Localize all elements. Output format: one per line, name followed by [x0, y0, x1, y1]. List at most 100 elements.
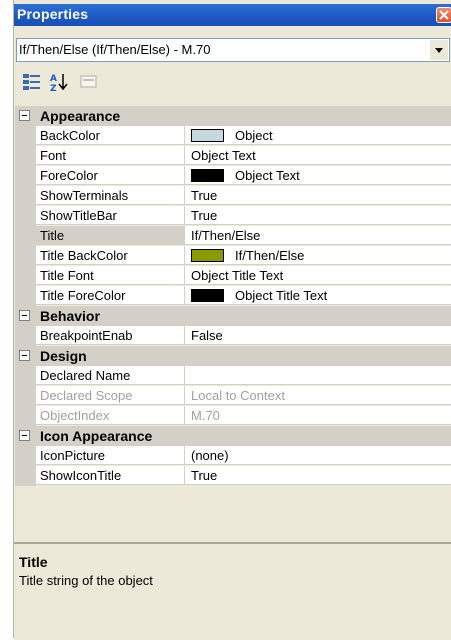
property-value: True — [191, 468, 218, 483]
property-value-cell[interactable]: If/Then/Else — [185, 246, 451, 265]
property-value: Object Title Text — [191, 268, 284, 283]
row-gutter — [15, 446, 36, 466]
property-value-cell[interactable]: Object Title Text — [185, 266, 451, 285]
category-label: Icon Appearance — [40, 428, 153, 444]
property-row[interactable]: ShowTitleBar True — [15, 206, 451, 226]
property-value-cell[interactable]: Object — [185, 126, 451, 145]
property-value: Object Text — [191, 148, 256, 163]
row-gutter — [15, 266, 36, 286]
property-row[interactable]: ShowTerminals True — [15, 186, 451, 206]
property-name-cell[interactable]: Declared Name — [36, 366, 185, 385]
color-swatch — [191, 289, 224, 302]
property-name: Declared Scope — [40, 388, 133, 403]
property-row[interactable]: ObjectIndex M.70 — [15, 406, 451, 426]
property-row[interactable]: Title ForeColor Object Title Text — [15, 286, 451, 306]
categorized-icon — [23, 74, 40, 90]
property-value-cell[interactable]: If/Then/Else — [185, 226, 451, 245]
dropdown-button[interactable] — [430, 40, 448, 60]
row-gutter — [15, 466, 36, 486]
alphabetical-icon: A Z — [50, 74, 68, 94]
category-row[interactable]: Icon Appearance — [15, 426, 451, 446]
row-gutter — [15, 166, 36, 186]
properties-window: Properties If/Then/Else (If/Then/Else) -… — [13, 0, 451, 640]
property-name: Font — [40, 148, 67, 163]
row-gutter — [15, 366, 36, 386]
property-name-cell[interactable]: ShowIconTitle — [36, 466, 185, 485]
property-name: Title ForeColor — [40, 288, 126, 303]
close-button[interactable] — [436, 7, 451, 23]
collapse-icon[interactable] — [19, 310, 30, 321]
property-name: ObjectIndex — [40, 408, 110, 423]
property-name-cell[interactable]: BackColor — [36, 126, 185, 145]
property-row[interactable]: Declared Scope Local to Context — [15, 386, 451, 406]
row-gutter — [15, 126, 36, 146]
collapse-icon[interactable] — [19, 350, 30, 361]
svg-text:A: A — [50, 74, 57, 84]
property-value-cell[interactable]: True — [185, 466, 451, 485]
collapse-icon[interactable] — [19, 110, 30, 121]
property-row[interactable]: BackColor Object — [15, 126, 451, 146]
property-value-cell[interactable]: M.70 — [185, 406, 451, 425]
property-name-cell[interactable]: IconPicture — [36, 446, 185, 465]
alphabetical-button[interactable]: A Z — [48, 71, 70, 94]
property-row[interactable]: Declared Name — [15, 366, 451, 386]
property-name-cell[interactable]: ShowTerminals — [36, 186, 185, 205]
property-row[interactable]: BreakpointEnab False — [15, 326, 451, 346]
property-name-cell[interactable]: Declared Scope — [36, 386, 185, 405]
property-value: Local to Context — [191, 388, 285, 403]
property-name: ShowIconTitle — [40, 468, 122, 483]
property-name-cell[interactable]: Title ForeColor — [36, 286, 185, 305]
close-icon — [439, 10, 449, 20]
category-row[interactable]: Appearance — [15, 106, 451, 126]
property-value-cell[interactable]: False — [185, 326, 451, 345]
property-row[interactable]: Title Font Object Title Text — [15, 266, 451, 286]
row-gutter — [15, 246, 36, 266]
category-label: Design — [40, 348, 87, 364]
property-name-cell[interactable]: Font — [36, 146, 185, 165]
description-text: Title string of the object — [19, 573, 153, 588]
property-value-cell[interactable]: Local to Context — [185, 386, 451, 405]
property-value-cell[interactable]: Object Title Text — [185, 286, 451, 305]
property-name: Declared Name — [40, 368, 131, 383]
category-row[interactable]: Design — [15, 346, 451, 366]
property-name: Title BackColor — [40, 248, 128, 263]
color-swatch — [191, 169, 224, 182]
property-pages-button[interactable] — [78, 71, 100, 93]
property-value-cell[interactable] — [185, 366, 451, 385]
property-row[interactable]: Font Object Text — [15, 146, 451, 166]
property-grid: Appearance BackColor Object Font Object Text… — [15, 106, 451, 486]
property-value: Object Title Text — [235, 288, 328, 303]
property-name: ShowTerminals — [40, 188, 129, 203]
property-value-cell[interactable]: Object Text — [185, 146, 451, 165]
property-row[interactable]: ForeColor Object Text — [15, 166, 451, 186]
collapse-icon[interactable] — [19, 430, 30, 441]
category-row[interactable]: Behavior — [15, 306, 451, 326]
property-name-cell[interactable]: ObjectIndex — [36, 406, 185, 425]
property-value-cell[interactable]: Object Text — [185, 166, 451, 185]
property-value: (none) — [191, 448, 229, 463]
title-bar: Properties — [14, 4, 451, 26]
property-row[interactable]: ShowIconTitle True — [15, 466, 451, 486]
color-swatch — [191, 249, 224, 262]
property-name: BreakpointEnab — [40, 328, 133, 343]
property-value: Object — [235, 128, 273, 143]
property-name-cell[interactable]: BreakpointEnab — [36, 326, 185, 345]
property-row[interactable]: Title If/Then/Else — [15, 226, 451, 246]
property-name-cell[interactable]: ForeColor — [36, 166, 185, 185]
categorized-button[interactable] — [21, 71, 43, 93]
property-value-cell[interactable]: True — [185, 186, 451, 205]
property-name-cell[interactable]: Title BackColor — [36, 246, 185, 265]
row-gutter — [15, 226, 36, 246]
property-name-cell[interactable]: Title Font — [36, 266, 185, 285]
property-row[interactable]: IconPicture (none) — [15, 446, 451, 466]
window-title: Properties — [17, 6, 89, 22]
property-value-cell[interactable]: (none) — [185, 446, 451, 465]
property-name-cell[interactable]: Title — [36, 226, 185, 245]
color-swatch — [191, 129, 224, 142]
object-selector-value: If/Then/Else (If/Then/Else) - M.70 — [19, 42, 211, 57]
object-selector[interactable]: If/Then/Else (If/Then/Else) - M.70 — [16, 38, 450, 62]
property-row[interactable]: Title BackColor If/Then/Else — [15, 246, 451, 266]
row-gutter — [15, 146, 36, 166]
property-name-cell[interactable]: ShowTitleBar — [36, 206, 185, 225]
property-value-cell[interactable]: True — [185, 206, 451, 225]
